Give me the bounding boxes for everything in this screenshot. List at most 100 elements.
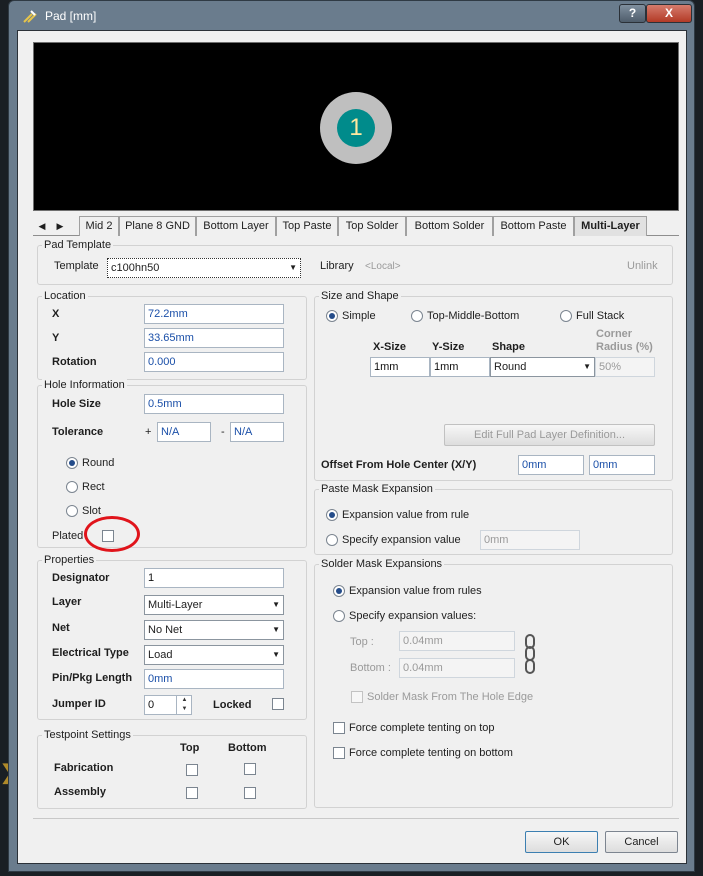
top-middle-bottom-label: Top-Middle-Bottom (427, 310, 520, 322)
tab-bottom-solder[interactable]: Bottom Solder (406, 216, 493, 236)
tolerance-plus-sign: + (145, 426, 152, 438)
tolerance-minus-field[interactable]: N/A (230, 422, 284, 442)
pin-pkg-length-label: Pin/Pkg Length (52, 672, 133, 684)
ok-button[interactable]: OK (525, 831, 598, 853)
testpoint-heading: Testpoint Settings (42, 729, 133, 741)
fabrication-bottom-checkbox[interactable] (244, 763, 256, 775)
locked-checkbox[interactable] (272, 698, 284, 710)
cancel-button[interactable]: Cancel (605, 831, 678, 853)
layer-select[interactable]: Multi-Layer ▼ (144, 595, 284, 615)
hole-information-heading: Hole Information (42, 379, 127, 391)
hole-size-field[interactable]: 0.5mm (144, 394, 284, 414)
hole-edge-label: Solder Mask From The Hole Edge (367, 691, 534, 703)
y-size-field[interactable]: 1mm (430, 357, 490, 377)
rotation-field[interactable]: 0.000 (144, 352, 284, 372)
pad-template-heading: Pad Template (42, 239, 114, 251)
solder-rules-radio[interactable] (333, 585, 345, 597)
chevron-down-icon: ▼ (289, 263, 297, 272)
size-shape-group (314, 296, 673, 481)
library-label: Library (320, 260, 354, 272)
tent-bottom-checkbox[interactable] (333, 747, 345, 759)
tab-top-solder[interactable]: Top Solder (338, 216, 406, 236)
close-button[interactable]: X (646, 4, 692, 23)
assembly-bottom-checkbox[interactable] (244, 787, 256, 799)
shape-select[interactable]: Round ▼ (490, 357, 595, 377)
template-select[interactable]: c100hn50 ▼ (107, 258, 301, 278)
offset-label: Offset From Hole Center (X/Y) (321, 459, 477, 471)
pin-pkg-length-field[interactable]: 0mm (144, 669, 284, 689)
chevron-down-icon: ▼ (272, 625, 280, 634)
y-size-header: Y-Size (432, 341, 465, 353)
link-chain-icon[interactable] (524, 634, 536, 674)
x-size-field[interactable]: 1mm (370, 357, 430, 377)
solder-specify-radio[interactable] (333, 610, 345, 622)
pad-hole-number: 1 (337, 109, 375, 147)
unlink-button[interactable]: Unlink (627, 260, 658, 272)
tab-plane-8-gnd[interactable]: Plane 8 GND (119, 216, 196, 236)
tab-scroll-left-icon[interactable]: ◀ (33, 216, 51, 236)
paste-rule-radio[interactable] (326, 509, 338, 521)
rect-radio[interactable] (66, 481, 78, 493)
solder-rules-label: Expansion value from rules (349, 585, 482, 597)
paste-specify-label: Specify expansion value (342, 534, 461, 546)
solder-top-label: Top : (350, 636, 374, 648)
tab-bottom-layer[interactable]: Bottom Layer (196, 216, 276, 236)
fabrication-top-checkbox[interactable] (186, 764, 198, 776)
slot-label: Slot (82, 505, 101, 517)
designator-label: Designator (52, 572, 110, 584)
tab-mid-2[interactable]: Mid 2 (79, 216, 119, 236)
edit-full-pad-layer-button[interactable]: Edit Full Pad Layer Definition... (444, 424, 655, 446)
assembly-top-checkbox[interactable] (186, 787, 198, 799)
tolerance-plus-field[interactable]: N/A (157, 422, 211, 442)
solder-mask-heading: Solder Mask Expansions (319, 558, 445, 570)
full-stack-radio[interactable] (560, 310, 572, 322)
chevron-down-icon: ▼ (583, 362, 591, 371)
template-value: c100hn50 (111, 262, 160, 274)
x-field[interactable]: 72.2mm (144, 304, 284, 324)
properties-heading: Properties (42, 554, 97, 566)
simple-radio[interactable] (326, 310, 338, 322)
shape-header: Shape (492, 341, 526, 353)
solder-specify-label: Specify expansion values: (349, 610, 477, 622)
top-middle-bottom-radio[interactable] (411, 310, 423, 322)
shape-value: Round (494, 361, 527, 373)
help-button[interactable]: ? (619, 4, 646, 23)
chevron-down-icon: ▼ (272, 600, 280, 609)
fabrication-label: Fabrication (54, 762, 114, 774)
highlight-annotation-circle (84, 516, 140, 552)
y-field[interactable]: 33.65mm (144, 328, 284, 348)
chevron-down-icon: ▼ (272, 650, 280, 659)
round-radio[interactable] (66, 457, 78, 469)
slot-radio[interactable] (66, 505, 78, 517)
template-label: Template (54, 260, 99, 272)
net-select[interactable]: No Net ▼ (144, 620, 284, 640)
size-shape-heading: Size and Shape (319, 290, 401, 302)
solder-bottom-field[interactable]: 0.04mm (399, 658, 515, 678)
hole-edge-checkbox[interactable] (351, 691, 363, 703)
tab-multi-layer[interactable]: Multi-Layer (574, 216, 647, 236)
jumper-id-spinner[interactable]: ▲ ▼ (176, 696, 192, 714)
electrical-type-select[interactable]: Load ▼ (144, 645, 284, 665)
paste-specify-radio[interactable] (326, 534, 338, 546)
paste-value-field[interactable]: 0mm (480, 530, 580, 550)
testpoint-top-header: Top (180, 742, 200, 754)
tab-bottom-paste[interactable]: Bottom Paste (493, 216, 574, 236)
locked-label: Locked (213, 699, 252, 711)
tab-scroll-right-icon[interactable]: ▶ (51, 216, 69, 236)
location-heading: Location (42, 290, 88, 302)
tent-bottom-label: Force complete tenting on bottom (349, 747, 513, 759)
offset-x-field[interactable]: 0mm (518, 455, 584, 475)
layer-value: Multi-Layer (148, 599, 203, 611)
tent-top-checkbox[interactable] (333, 722, 345, 734)
designator-field[interactable]: 1 (144, 568, 284, 588)
tolerance-minus-sign: - (221, 426, 225, 438)
solder-top-field[interactable]: 0.04mm (399, 631, 515, 651)
title-bar[interactable]: Pad [mm] ? X (9, 1, 694, 31)
electrical-type-value: Load (148, 649, 173, 661)
tab-top-paste[interactable]: Top Paste (276, 216, 338, 236)
corner-header-line1: Corner (596, 328, 633, 340)
offset-y-field[interactable]: 0mm (589, 455, 655, 475)
y-label: Y (52, 332, 60, 344)
corner-radius-field[interactable]: 50% (595, 357, 655, 377)
round-label: Round (82, 457, 115, 469)
